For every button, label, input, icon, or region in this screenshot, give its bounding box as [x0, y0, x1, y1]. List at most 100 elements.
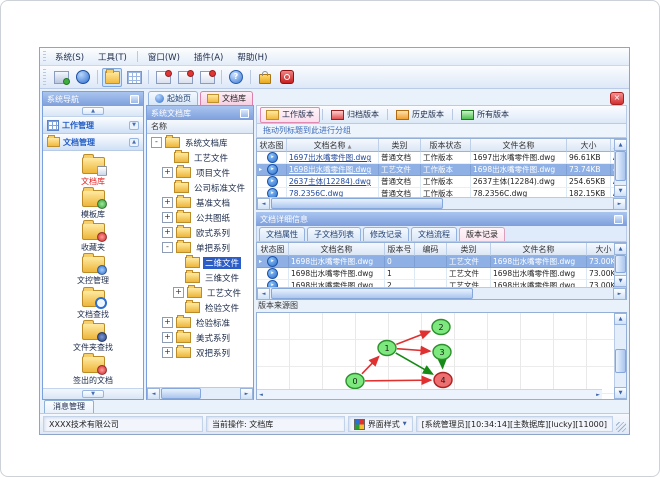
tree-node-系统文档库[interactable]: - 系统文档库 [147, 135, 253, 150]
tree-node-工艺文件[interactable]: 工艺文件 [147, 150, 253, 165]
expand-icon[interactable]: + [162, 347, 173, 358]
menu-item[interactable]: 帮助(H) [230, 49, 274, 65]
tab-文档属性[interactable]: 文档属性 [259, 227, 305, 241]
sidebar-group-doc[interactable]: 文档管理 ▲ [43, 134, 143, 151]
screen-button[interactable] [51, 68, 71, 87]
sidebar-item-收藏夹[interactable]: 收藏夹 [47, 220, 139, 255]
button-历史版本[interactable]: 历史版本 [390, 107, 450, 123]
scroll-thumb[interactable] [615, 255, 626, 273]
column-header-状态图[interactable]: 状态图 [257, 243, 289, 256]
column-header-文档名称[interactable]: 文档名称 [289, 243, 385, 256]
expand-icon[interactable]: + [162, 227, 173, 238]
menu-item[interactable]: 插件(A) [187, 49, 230, 65]
column-header-文件名称[interactable]: 文件名称 [471, 139, 567, 152]
button-归档版本[interactable]: 归档版本 [325, 107, 385, 123]
table-row[interactable]: ▸1698出水嘴零件图.dwg1工艺文件1698出水嘴零件图.dwg73.00K… [257, 268, 614, 280]
scroll-thumb[interactable] [271, 198, 443, 209]
column-header-版本号[interactable]: 版本号 [611, 139, 614, 152]
menu-item[interactable]: 工具(T) [91, 49, 134, 65]
sidebar-item-文档查找[interactable]: 文档查找 [47, 286, 139, 321]
column-header-文档名称[interactable]: 文档名称 ▲ [287, 139, 379, 152]
tree-column-header[interactable]: 名称 [147, 120, 253, 134]
expand-icon[interactable]: + [173, 287, 184, 298]
tree-node-工艺文件[interactable]: + 工艺文件 [147, 285, 253, 300]
scroll-right-icon[interactable]: ► [240, 387, 253, 400]
column-header-类别[interactable]: 类别 [379, 139, 421, 152]
tree-node-美式系列[interactable]: + 美式系列 [147, 330, 253, 345]
tab-文档流程[interactable]: 文档流程 [411, 227, 457, 241]
expand-icon[interactable]: + [162, 332, 173, 343]
tree-node-欧式系列[interactable]: + 欧式系列 [147, 225, 253, 240]
tree-node-公共图纸[interactable]: + 公共图纸 [147, 210, 253, 225]
scroll-right-icon[interactable]: ► [613, 197, 626, 210]
style-selector[interactable]: 界面样式 ▼ [347, 416, 413, 432]
scroll-thumb[interactable] [615, 151, 626, 181]
tree-node-项目文件[interactable]: + 项目文件 [147, 165, 253, 180]
sidebar-scroll-up[interactable]: ▲ [43, 106, 143, 117]
column-header-编码[interactable]: 编码 [415, 243, 447, 256]
table-vscrollbar[interactable]: ▲ ▼ [614, 243, 627, 287]
mail-out-button[interactable] [197, 68, 217, 87]
scroll-thumb[interactable] [271, 288, 473, 299]
tab-修改记录[interactable]: 修改记录 [363, 227, 409, 241]
button-工作版本[interactable]: 工作版本 [260, 106, 320, 123]
graph-hscrollbar[interactable]: ◄ ► [257, 389, 602, 399]
tree-node-双把系列[interactable]: + 双把系列 [147, 345, 253, 360]
table-row[interactable]: ▸ ▸ 1698出水嘴零件图.dwg 工艺文件 工作版本 1698出水嘴零件图.dwg 73… [257, 164, 614, 176]
button-所有版本[interactable]: 所有版本 [455, 107, 515, 123]
close-icon[interactable]: × [610, 91, 624, 105]
tab-message-manager[interactable]: 消息管理 [44, 400, 94, 413]
scroll-left-icon[interactable]: ◄ [257, 287, 270, 300]
mail-in-button[interactable] [175, 68, 195, 87]
lock-button[interactable] [255, 68, 275, 87]
expand-icon[interactable]: + [162, 167, 173, 178]
scroll-down-icon[interactable]: ▼ [614, 275, 627, 287]
pin-icon[interactable] [614, 214, 623, 224]
power-button[interactable] [277, 68, 297, 87]
column-header-大小[interactable]: 大小 [587, 243, 614, 256]
mail-button[interactable] [153, 68, 173, 87]
expand-icon[interactable]: + [162, 317, 173, 328]
tree-node-基准文档[interactable]: + 基准文档 [147, 195, 253, 210]
scroll-left-icon[interactable]: ◄ [147, 387, 160, 400]
table-hscrollbar[interactable]: ◄ ► [257, 197, 626, 210]
scroll-down-icon[interactable]: ▼ [614, 185, 627, 197]
menu-item[interactable]: 系统(S) [48, 49, 91, 65]
menu-item[interactable]: 窗口(W) [141, 49, 187, 65]
column-header-类别[interactable]: 类别 [447, 243, 491, 256]
tree-node-三维文件[interactable]: 三维文件 [147, 270, 253, 285]
tree-node-公司标准文件[interactable]: 公司标准文件 [147, 180, 253, 195]
tree-node-检验标准[interactable]: + 检验标准 [147, 315, 253, 330]
tree-hscrollbar[interactable]: ◄ ► [147, 387, 253, 400]
scroll-right-icon[interactable]: ► [596, 392, 600, 398]
expand-icon[interactable]: + [162, 197, 173, 208]
scroll-right-icon[interactable]: ► [613, 287, 626, 300]
table-row[interactable]: ▸ 1697出水嘴零件图.dwg 普通文档 工作版本 1697出水嘴零件图.dwg 96.… [257, 152, 614, 164]
tab-起始页[interactable]: 起始页 [148, 91, 198, 105]
sidebar-group-work[interactable]: 工作管理 ▼ [43, 117, 143, 134]
column-header-版本号[interactable]: 版本号 [385, 243, 415, 256]
scroll-thumb[interactable] [161, 388, 201, 399]
pin-icon[interactable] [240, 108, 249, 118]
table-hscrollbar[interactable]: ◄ ► [257, 287, 626, 300]
column-header-版本状态[interactable]: 版本状态 [421, 139, 471, 152]
sidebar-item-文控管理[interactable]: 文控管理 [47, 253, 139, 288]
collapse-icon[interactable]: - [151, 137, 162, 148]
table-vscrollbar[interactable]: ▲ ▼ [614, 139, 627, 197]
globe-button[interactable] [73, 68, 93, 87]
expand-icon[interactable]: + [162, 212, 173, 223]
pin-icon[interactable] [130, 94, 139, 104]
resize-grip[interactable] [616, 422, 626, 432]
column-header-大小[interactable]: 大小 [567, 139, 611, 152]
column-header-文件名称[interactable]: 文件名称 [491, 243, 587, 256]
tab-子文档列表[interactable]: 子文档列表 [307, 227, 361, 241]
sidebar-scroll-down[interactable]: ▼ [43, 388, 143, 399]
folder-button[interactable] [102, 67, 122, 87]
column-header-状态图[interactable]: 状态图 [257, 139, 287, 152]
tree-node-单把系列[interactable]: - 单把系列 [147, 240, 253, 255]
tree-node-检验文件[interactable]: 检验文件 [147, 300, 253, 315]
table-row[interactable]: ▸ 2637主体(12284).dwg 普通文档 工作版本 2637主体(12284).… [257, 176, 614, 188]
table-row[interactable]: ▸1698出水嘴零件图.dwg2工艺文件1698出水嘴零件图.dwg73.00K… [257, 280, 614, 287]
table-row[interactable]: ▸ 78.2356C.dwg 普通文档 工作版本 78.2356C.dwg 182.15K… [257, 188, 614, 197]
grid-button[interactable] [124, 68, 144, 87]
